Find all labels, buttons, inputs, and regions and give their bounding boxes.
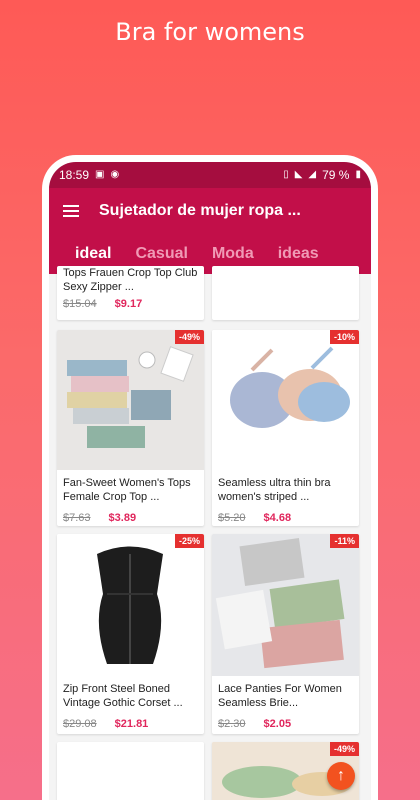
product-title: Lace Panties For Women Seamless Brie... [218,683,342,709]
scroll-to-top-button[interactable]: ↑ [327,762,355,790]
image-notification-icon: ▣ [95,169,105,180]
lace-panties-image [212,534,359,676]
battery-text: 79 % [322,168,350,182]
old-price: $7.63 [63,512,91,524]
old-price: $15.04 [63,298,97,310]
toolbar-title: Sujetador de mujer ropa ... [99,202,301,219]
new-price: $3.89 [108,512,137,524]
wifi-icon: ◣ [294,169,303,180]
old-price: $29.08 [63,718,97,730]
old-price: $2.30 [218,718,246,730]
product-title: Fan-Sweet Women's Tops Female Crop Top .… [63,477,191,503]
phone-frame: 18:59 ▣ ◉ ▯ ◣ ◢ 79 % ▮ Sujetador de muje… [42,155,378,800]
new-price: $4.68 [263,512,292,524]
signal-icon: ◢ [308,169,317,180]
discount-badge: -11% [330,534,359,548]
new-price: $21.81 [114,718,149,730]
app-notification-icon: ◉ [110,169,120,180]
promo-title: Bra for womens [115,18,305,46]
discount-badge: -49% [174,330,204,344]
tab-moda[interactable]: Moda [212,245,254,263]
product-title: Zip Front Steel Boned Vintage Gothic Cor… [63,683,183,709]
product-card[interactable]: -11% Lace Panties For Women Seamless Bri… [212,534,359,734]
status-time: 18:59 [59,168,90,182]
product-card[interactable] [57,742,204,800]
product-card[interactable]: -10% Seamless ultra thin bra women's str… [212,330,359,526]
tab-ideal[interactable]: ideal [75,245,111,263]
discount-badge: -25% [174,534,204,548]
product-title: Seamless ultra thin bra women's striped … [218,477,331,503]
old-price: $5.20 [218,512,246,524]
battery-icon: ▮ [355,169,361,180]
tab-casual[interactable]: Casual [135,245,187,263]
product-card[interactable]: -49% Fan-Sweet Women's Tops Female Crop … [57,330,204,526]
status-bar: 18:59 ▣ ◉ ▯ ◣ ◢ 79 % ▮ [49,162,371,188]
product-image: -11% [212,534,359,676]
vibrate-icon: ▯ [283,169,289,180]
product-image: -25% [57,534,204,676]
new-price: $2.05 [263,718,292,730]
discount-badge: -10% [329,330,359,344]
new-price: $9.17 [114,298,143,310]
crop-tops-image [57,330,204,470]
arrow-up-icon: ↑ [337,767,345,784]
product-title: Tops Frauen Crop Top Club Sexy Zipper ..… [63,267,198,293]
product-image: -10% [212,330,359,470]
product-card[interactable]: Tops Frauen Crop Top Club Sexy Zipper ..… [57,266,204,320]
product-card[interactable] [212,266,359,320]
corset-image [57,534,204,676]
tab-ideas[interactable]: ideas [278,245,319,263]
app-toolbar: Sujetador de mujer ropa ... [49,188,371,234]
seamless-bra-image [212,330,359,470]
product-image: -49% [57,330,204,470]
discount-badge: -49% [329,742,359,756]
product-card[interactable]: -25% Zip Front Steel Boned Vintage Gothi… [57,534,204,734]
hamburger-menu-icon[interactable] [63,205,79,217]
